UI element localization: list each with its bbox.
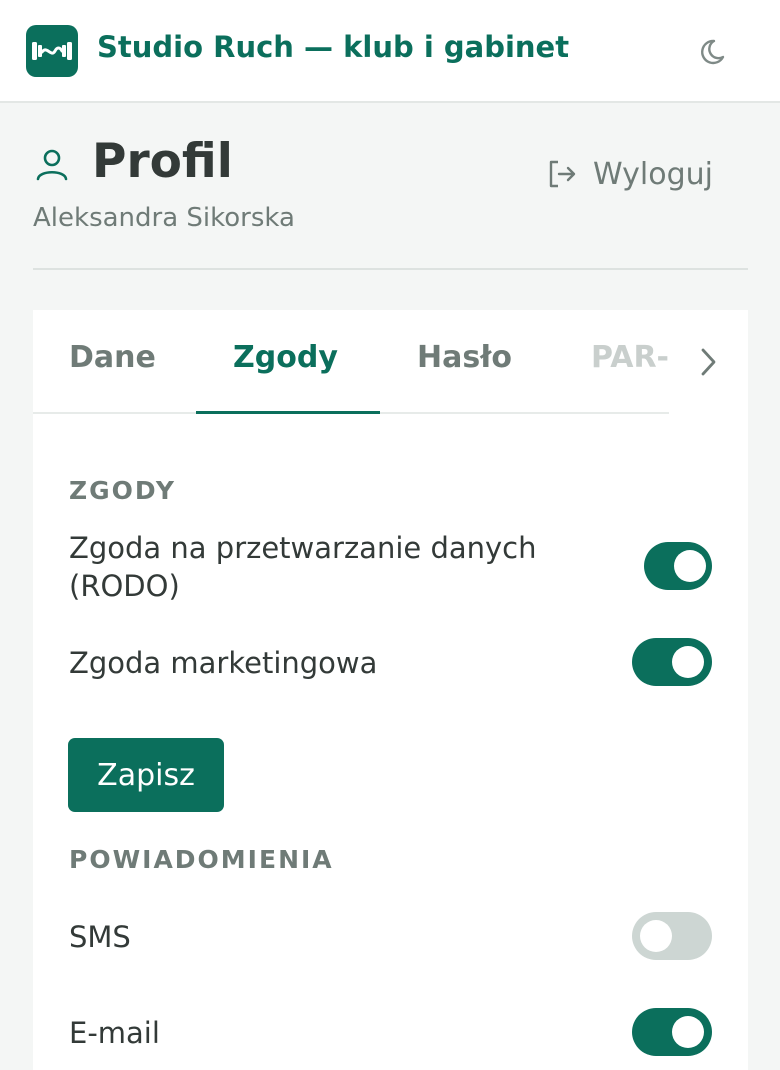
notification-sms-toggle[interactable] (632, 912, 712, 960)
tab-haslo[interactable]: Hasło (417, 340, 512, 375)
moon-icon (701, 39, 725, 65)
consent-marketing-label: Zgoda marketingowa (69, 646, 378, 680)
logout-icon (549, 160, 576, 188)
page-title: Profil (92, 134, 233, 189)
user-name: Aleksandra Sikorska (33, 203, 295, 233)
tab-parq[interactable]: PAR-Q (591, 340, 669, 375)
notification-sms-label: SMS (69, 920, 131, 954)
consent-rodo-label-line1: Zgoda na przetwarzanie danych (69, 531, 537, 565)
consents-section-title: ZGODY (69, 476, 176, 505)
theme-toggle-button[interactable] (696, 32, 736, 72)
toggle-knob (672, 1016, 704, 1048)
chevron-right-icon (701, 348, 716, 376)
notification-email-toggle[interactable] (632, 1008, 712, 1056)
toggle-knob (640, 920, 672, 952)
logout-label: Wyloguj (593, 156, 713, 192)
dumbbell-icon (32, 42, 72, 60)
toggle-knob (672, 646, 704, 678)
app-title: Studio Ruch — klub i gabinet (97, 30, 570, 64)
app-logo[interactable] (26, 25, 78, 77)
tab-dane[interactable]: Dane (69, 340, 156, 375)
tab-zgody[interactable]: Zgody (233, 340, 338, 375)
save-button[interactable]: Zapisz (68, 738, 224, 812)
active-tab-indicator (196, 411, 380, 414)
user-icon (33, 146, 71, 188)
logout-button[interactable]: Wyloguj (545, 152, 713, 196)
header-divider (33, 268, 748, 270)
consent-rodo-toggle[interactable] (644, 542, 712, 590)
top-bar: Studio Ruch — klub i gabinet (0, 0, 780, 103)
consent-marketing-toggle[interactable] (632, 638, 712, 686)
tab-bar: Dane Zgody Hasło PAR-Q (33, 310, 748, 414)
notifications-section-title: POWIADOMIENIA (69, 845, 334, 874)
tabs-scroll-right-button[interactable] (695, 346, 721, 382)
consent-rodo-label-line2: (RODO) (69, 569, 180, 603)
toggle-knob (674, 550, 706, 582)
profile-card: Dane Zgody Hasło PAR-Q ZGODY Zgoda na pr… (33, 310, 748, 1070)
consent-rodo-label: Zgoda na przetwarzanie danych (RODO) (69, 529, 537, 605)
notification-email-label: E-mail (69, 1016, 160, 1050)
